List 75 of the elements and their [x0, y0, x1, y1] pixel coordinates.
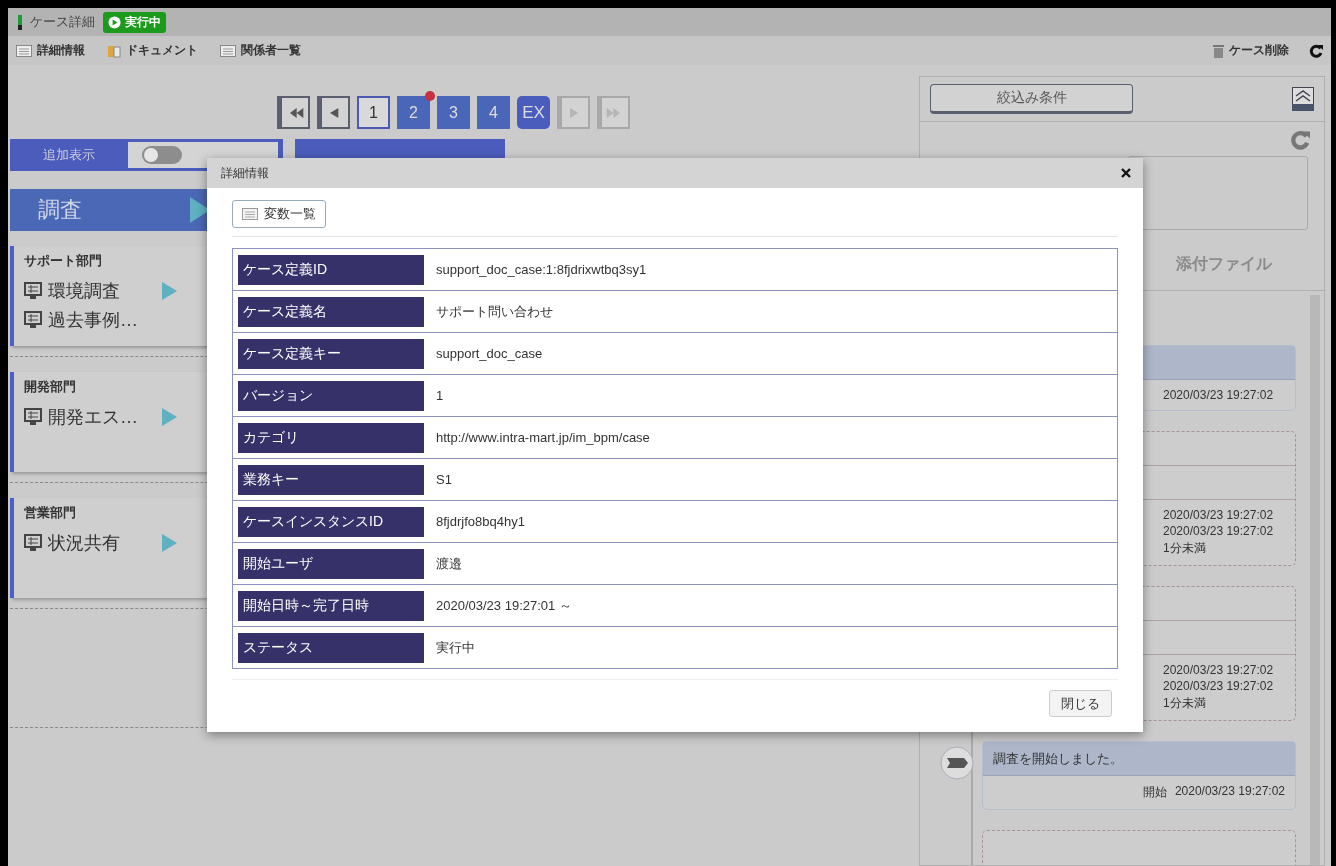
task-link[interactable]: 環境調査: [48, 278, 156, 303]
field-label: 開始日時～完了日時: [238, 590, 424, 621]
monitor-icon: [24, 407, 42, 426]
task-link[interactable]: 過去事例…: [48, 307, 156, 332]
play-triangle-icon[interactable]: [162, 281, 177, 300]
trash-icon: [1213, 43, 1224, 58]
field-label: ケース定義名: [238, 296, 424, 327]
timeline-value: 2020/03/23 19:27:02: [1163, 663, 1274, 677]
task-link[interactable]: 状況共有: [48, 530, 156, 555]
monitor-icon: [24, 310, 42, 329]
delete-case-button[interactable]: ケース削除: [1213, 42, 1289, 59]
play-icon: [108, 15, 121, 29]
list-icon: [242, 208, 258, 220]
field-label: ケース定義キー: [238, 338, 424, 369]
refresh-icon[interactable]: [1309, 43, 1323, 58]
status-badge: 実行中: [103, 11, 166, 33]
timeline-value: 2020/03/23 19:27:02: [1163, 508, 1274, 522]
close-icon[interactable]: [1121, 168, 1131, 178]
flag-icon: [940, 746, 974, 780]
pager-nav-button[interactable]: [317, 96, 350, 129]
page-button[interactable]: 1: [357, 96, 390, 129]
page-button[interactable]: 3: [437, 96, 470, 129]
timeline-title: 調査を開始しました。: [993, 749, 1123, 768]
binder-icon: [107, 43, 121, 58]
field-label: 開始ユーザ: [238, 548, 424, 579]
field-value: 8fjdrjfo8bq4hy1: [435, 514, 525, 529]
field-value: support_doc_case:1:8fjdrixwtbq3sy1: [435, 262, 647, 277]
field-value: http://www.intra-mart.jp/im_bpm/case: [435, 430, 650, 445]
lane-title: 営業部門: [24, 504, 76, 522]
monitor-icon: [24, 281, 42, 300]
toolbar-button[interactable]: 詳細情報: [16, 42, 85, 59]
field-label: ステータス: [238, 632, 424, 663]
monitor-icon: [24, 533, 42, 552]
toolbar-button[interactable]: 関係者一覧: [220, 42, 301, 59]
pager-nav-button[interactable]: [277, 96, 310, 129]
options-label: 追加表示: [42, 146, 96, 164]
timeline-label: 開始: [1142, 784, 1167, 801]
page-button[interactable]: 4: [477, 96, 510, 129]
field-value: support_doc_case: [435, 346, 543, 361]
variables-button[interactable]: 変数一覧: [232, 200, 326, 228]
triangle-icon: [190, 197, 210, 223]
field-value: サポート問い合わせ: [435, 302, 553, 321]
field-value: 渡邉: [435, 554, 462, 573]
status-marker-icon: [18, 14, 22, 30]
timeline-value: 2020/03/23 19:27:02: [1163, 524, 1274, 538]
field-value: 2020/03/23 19:27:01 ～: [435, 596, 572, 615]
play-triangle-icon[interactable]: [162, 533, 177, 552]
field-label: カテゴリ: [238, 422, 424, 453]
field-label: バージョン: [238, 380, 424, 411]
field-label: ケース定義ID: [238, 254, 424, 285]
list-icon: [16, 44, 32, 57]
lane-title: サポート部門: [24, 252, 102, 270]
ex-button[interactable]: EX: [517, 96, 550, 129]
field-value: 1: [435, 388, 444, 403]
dialog-title: 詳細情報: [221, 164, 269, 182]
timeline-value: 1分未満: [1163, 540, 1206, 557]
close-button[interactable]: 閉じる: [1049, 690, 1112, 717]
field-value: 実行中: [435, 638, 475, 657]
field-label: ケースインスタンスID: [238, 506, 424, 537]
toolbar-button[interactable]: ドキュメント: [107, 42, 198, 59]
timeline-value: 2020/03/23 19:27:02: [1163, 679, 1274, 693]
stage-label: 調査: [38, 196, 82, 224]
task-link[interactable]: 開発エス…: [48, 404, 156, 429]
collapse-icon[interactable]: [1292, 87, 1314, 111]
field-value: S1: [435, 472, 452, 487]
list-icon: [220, 44, 236, 57]
field-label: 業務キー: [238, 464, 424, 495]
filter-button[interactable]: 絞込み条件: [930, 84, 1133, 114]
timeline-value: 2020/03/23 19:27:02: [1174, 784, 1285, 800]
play-triangle-icon[interactable]: [162, 407, 177, 426]
timeline-value: 1分未満: [1163, 695, 1206, 712]
lane-title: 開発部門: [24, 378, 76, 396]
timeline-value: 2020/03/23 19:27:02: [1163, 388, 1274, 402]
page-button[interactable]: 2: [397, 96, 430, 129]
window-title: ケース詳細: [30, 13, 95, 31]
